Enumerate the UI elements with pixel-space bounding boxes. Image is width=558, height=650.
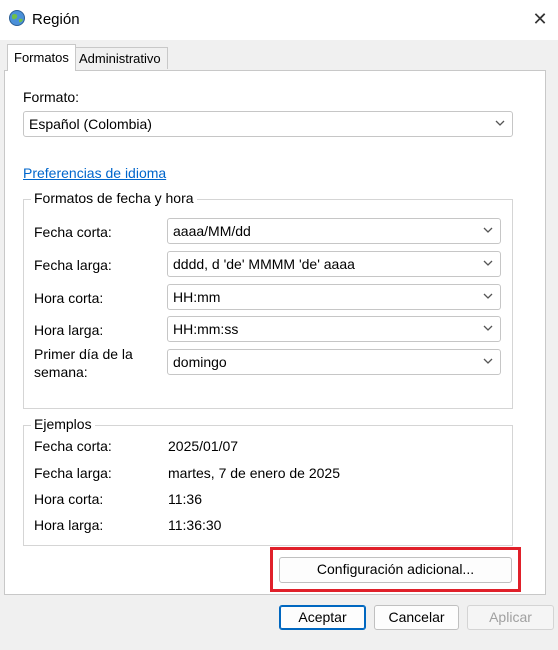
example-long-time-value: 11:36:30 [168, 517, 222, 533]
short-date-select[interactable]: aaaa/MM/dd [167, 218, 501, 244]
tab-formatos[interactable]: Formatos [7, 44, 76, 71]
example-short-date-label: Fecha corta: [34, 438, 112, 454]
language-preferences-link[interactable]: Preferencias de idioma [23, 165, 166, 181]
first-day-label-line1: Primer día de la [34, 346, 133, 362]
long-time-label: Hora larga: [34, 322, 104, 338]
short-date-value: aaaa/MM/dd [173, 223, 251, 239]
format-value: Español (Colombia) [29, 116, 152, 132]
short-time-value: HH:mm [173, 289, 221, 305]
title-bar [0, 0, 558, 40]
format-label: Formato: [23, 89, 80, 105]
chevron-down-icon [483, 260, 493, 266]
ok-button[interactable]: Aceptar [279, 605, 366, 630]
tab-administrativo[interactable]: Administrativo [72, 47, 168, 69]
example-long-date-value: martes, 7 de enero de 2025 [168, 465, 341, 481]
long-date-select[interactable]: dddd, d 'de' MMMM 'de' aaaa [167, 251, 501, 277]
example-short-date-value: 2025/01/07 [168, 438, 239, 454]
short-time-select[interactable]: HH:mm [167, 284, 501, 310]
date-time-formats-title: Formatos de fecha y hora [31, 190, 197, 206]
close-button[interactable]: ✕ [527, 6, 553, 32]
chevron-down-icon [483, 358, 493, 364]
window-title: Región [32, 11, 80, 28]
first-day-label-line2: semana: [34, 364, 88, 380]
tab-label: Administrativo [79, 51, 161, 66]
examples-title: Ejemplos [31, 416, 95, 432]
first-day-select[interactable]: domingo [167, 349, 501, 375]
globe-icon [9, 10, 25, 26]
example-long-date-label: Fecha larga: [34, 465, 112, 481]
first-day-value: domingo [173, 354, 227, 370]
chevron-down-icon [483, 227, 493, 233]
long-time-select[interactable]: HH:mm:ss [167, 316, 501, 342]
format-select[interactable]: Español (Colombia) [23, 111, 513, 137]
example-long-time-label: Hora larga: [34, 517, 104, 533]
chevron-down-icon [495, 120, 505, 126]
tab-label: Formatos [14, 50, 69, 65]
chevron-down-icon [483, 293, 493, 299]
long-date-label: Fecha larga: [34, 257, 112, 273]
cancel-button[interactable]: Cancelar [374, 605, 459, 630]
close-icon: ✕ [532, 9, 548, 29]
short-time-label: Hora corta: [34, 290, 104, 306]
example-short-time-value: 11:36 [168, 491, 202, 507]
long-time-value: HH:mm:ss [173, 321, 239, 337]
short-date-label: Fecha corta: [34, 224, 112, 240]
additional-settings-button[interactable]: Configuración adicional... [279, 557, 512, 583]
long-date-value: dddd, d 'de' MMMM 'de' aaaa [173, 256, 355, 272]
example-short-time-label: Hora corta: [34, 491, 104, 507]
chevron-down-icon [483, 325, 493, 331]
apply-button[interactable]: Aplicar [467, 605, 554, 630]
